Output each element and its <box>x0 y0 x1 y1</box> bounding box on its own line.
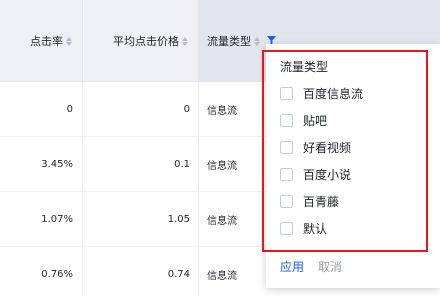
filter-option[interactable]: 百度小说 <box>280 161 363 188</box>
checkbox[interactable] <box>280 195 293 208</box>
cell-click-rate: 3.45% <box>0 137 83 191</box>
filter-option-label: 百度小说 <box>303 168 352 182</box>
filter-option-label: 百度信息流 <box>303 87 364 101</box>
filter-option[interactable]: 默认 <box>280 215 363 242</box>
header-avg-click-price[interactable]: 平均点击价格 <box>83 0 199 82</box>
filter-actions: 应用 取消 <box>280 258 342 275</box>
filter-option-label: 默认 <box>303 222 328 236</box>
cell-click-rate: 1.07% <box>0 192 83 246</box>
filter-option-label: 贴吧 <box>303 114 328 128</box>
filter-dropdown-title: 流量类型 <box>280 60 329 74</box>
apply-button[interactable]: 应用 <box>280 258 304 275</box>
checkbox[interactable] <box>280 87 293 100</box>
checkbox[interactable] <box>280 222 293 235</box>
cell-avg-click-price: 1.05 <box>83 192 199 246</box>
header-traffic-type-label: 流量类型 <box>207 35 251 48</box>
checkbox[interactable] <box>280 141 293 154</box>
cell-avg-click-price: 0.1 <box>83 137 199 191</box>
cell-avg-click-price: 0 <box>83 82 199 136</box>
header-click-rate[interactable]: 点击率 <box>0 0 83 82</box>
sort-caret-icon[interactable] <box>66 36 72 46</box>
checkbox[interactable] <box>280 168 293 181</box>
filter-options-list: 百度信息流 贴吧 好看视频 百度小说 百青藤 默认 <box>280 80 363 242</box>
traffic-type-filter-dropdown: 流量类型 百度信息流 贴吧 好看视频 百度小说 百青藤 默认 应用 取消 <box>262 44 440 288</box>
cell-click-rate: 0.76% <box>0 247 83 296</box>
filter-option[interactable]: 贴吧 <box>280 107 363 134</box>
filter-option-label: 百青藤 <box>303 195 340 209</box>
cell-avg-click-price: 0.74 <box>83 247 199 296</box>
checkbox[interactable] <box>280 114 293 127</box>
cell-click-rate: 0 <box>0 82 83 136</box>
filter-option-label: 好看视频 <box>303 141 352 155</box>
cancel-button[interactable]: 取消 <box>318 258 342 275</box>
filter-option[interactable]: 百青藤 <box>280 188 363 215</box>
sort-caret-icon[interactable] <box>254 36 260 46</box>
header-click-rate-label: 点击率 <box>30 35 63 48</box>
header-avg-click-price-label: 平均点击价格 <box>113 35 179 48</box>
sort-caret-icon[interactable] <box>182 36 188 46</box>
filter-option[interactable]: 好看视频 <box>280 134 363 161</box>
filter-option[interactable]: 百度信息流 <box>280 80 363 107</box>
